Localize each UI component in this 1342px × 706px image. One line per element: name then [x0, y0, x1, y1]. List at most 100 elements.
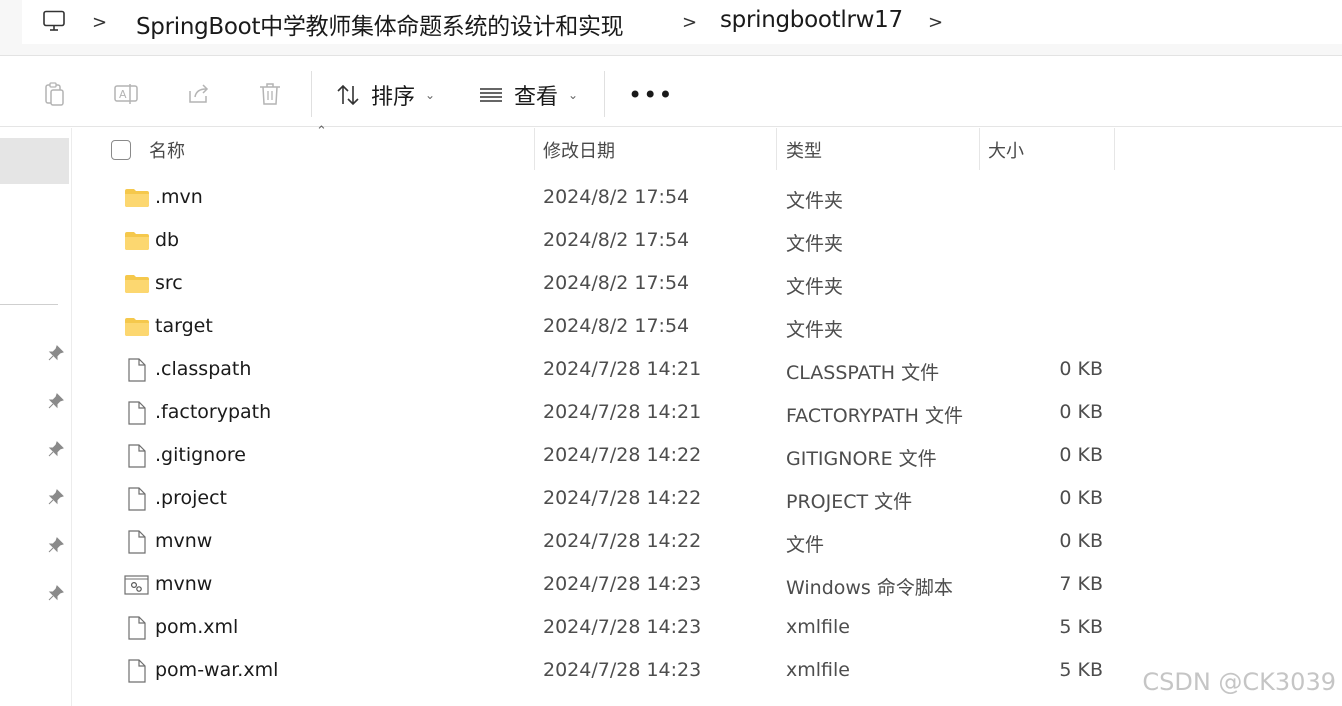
file-date: 2024/7/28 14:22 [543, 444, 702, 466]
column-resize-handle[interactable] [534, 128, 535, 170]
view-icon [480, 88, 502, 102]
chevron-right-icon[interactable]: > [92, 12, 107, 33]
file-row[interactable]: target 2024/8/2 17:54 文件夹 [72, 306, 1342, 349]
sort-icon [337, 84, 359, 106]
file-row[interactable]: .gitignore 2024/7/28 14:22 GITIGNORE 文件 0 K… [72, 435, 1342, 478]
file-row[interactable]: .mvn 2024/8/2 17:54 文件夹 [72, 177, 1342, 220]
breadcrumb-item-folder[interactable]: springbootlrw17 [720, 7, 903, 33]
svg-text:A: A [119, 88, 127, 101]
chevron-right-icon[interactable]: > [682, 12, 697, 33]
file-name[interactable]: mvnw [155, 530, 212, 552]
column-resize-handle[interactable] [1114, 128, 1115, 170]
file-name[interactable]: .factorypath [155, 401, 271, 423]
file-row[interactable]: pom.xml 2024/7/28 14:23 xmlfile 5 KB [72, 607, 1342, 650]
file-name[interactable]: .mvn [155, 186, 203, 208]
chevron-right-icon[interactable]: > [928, 12, 943, 33]
file-row[interactable]: src 2024/8/2 17:54 文件夹 [72, 263, 1342, 306]
column-header: ⌃ 名称 修改日期 类型 大小 [72, 124, 1342, 170]
command-bar: A 排序 ⌄ 查看 ⌄ ••• [0, 57, 1342, 127]
more-options-button[interactable]: ••• [628, 81, 673, 109]
share-icon[interactable] [186, 81, 212, 107]
column-resize-handle[interactable] [979, 128, 980, 170]
file-row[interactable]: .classpath 2024/7/28 14:21 CLASSPATH 文件 0 K… [72, 349, 1342, 392]
file-size: 0 KB [1059, 487, 1103, 509]
view-label: 查看 [514, 85, 559, 110]
file-name[interactable]: target [155, 315, 213, 337]
file-size: 5 KB [1059, 616, 1103, 638]
toolbar-divider [604, 71, 605, 117]
file-date: 2024/7/28 14:23 [543, 616, 702, 638]
file-name[interactable]: src [155, 272, 183, 294]
file-row[interactable]: mvnw 2024/7/28 14:22 文件 0 KB [72, 521, 1342, 564]
toolbar-divider [311, 71, 312, 117]
file-date: 2024/7/28 14:22 [543, 487, 702, 509]
paste-icon[interactable] [42, 81, 68, 107]
file-date: 2024/8/2 17:54 [543, 272, 690, 294]
file-type: GITIGNORE 文件 [786, 448, 937, 470]
file-type: 文件夹 [786, 233, 844, 255]
pin-icon[interactable] [48, 537, 64, 553]
nav-item-selected[interactable] [0, 138, 69, 184]
file-type: 文件夹 [786, 319, 844, 341]
file-size: 0 KB [1059, 358, 1103, 380]
column-header-size[interactable]: 大小 [988, 137, 1024, 163]
file-list: .mvn 2024/8/2 17:54 文件夹 db 2024/8/2 17:54 文件夹… [72, 177, 1342, 693]
sort-button[interactable]: 排序 ⌄ [335, 79, 435, 111]
select-all-checkbox[interactable] [111, 140, 131, 160]
file-row[interactable]: .factorypath 2024/7/28 14:21 FACTORYPATH 文… [72, 392, 1342, 435]
nav-divider [0, 304, 58, 305]
file-name[interactable]: pom.xml [155, 616, 238, 638]
file-row[interactable]: mvnw 2024/7/28 14:23 Windows 命令脚本 7 KB [72, 564, 1342, 607]
file-date: 2024/7/28 14:21 [543, 358, 702, 380]
file-date: 2024/7/28 14:22 [543, 530, 702, 552]
file-row[interactable]: .project 2024/7/28 14:22 PROJECT 文件 0 KB [72, 478, 1342, 521]
file-size: 5 KB [1059, 659, 1103, 681]
file-icon [124, 444, 150, 468]
sort-ascending-icon: ⌃ [316, 124, 327, 139]
file-icon [124, 358, 150, 382]
file-type: 文件夹 [786, 190, 844, 212]
column-header-date[interactable]: 修改日期 [543, 137, 615, 163]
file-date: 2024/8/2 17:54 [543, 315, 690, 337]
folder-icon [124, 186, 150, 210]
file-name[interactable]: .classpath [155, 358, 251, 380]
pin-icon[interactable] [48, 585, 64, 601]
file-date: 2024/7/28 14:23 [543, 573, 702, 595]
file-icon [124, 401, 150, 425]
file-type: 文件夹 [786, 276, 844, 298]
file-name[interactable]: .project [155, 487, 227, 509]
file-name[interactable]: db [155, 229, 179, 251]
file-date: 2024/7/28 14:23 [543, 659, 702, 681]
address-bar: > SpringBoot中学教师集体命题系统的设计和实现 > springboo… [0, 0, 1342, 56]
pin-icon[interactable] [48, 441, 64, 457]
file-icon [124, 659, 150, 683]
file-name[interactable]: pom-war.xml [155, 659, 278, 681]
chevron-down-icon: ⌄ [425, 88, 436, 102]
watermark: CSDN @CK3039 [1142, 668, 1336, 696]
this-pc-icon[interactable] [42, 10, 66, 32]
pin-icon[interactable] [48, 345, 64, 361]
file-name[interactable]: .gitignore [155, 444, 246, 466]
file-row[interactable]: db 2024/8/2 17:54 文件夹 [72, 220, 1342, 263]
file-type: CLASSPATH 文件 [786, 362, 940, 384]
column-header-type[interactable]: 类型 [786, 137, 822, 163]
column-header-name[interactable]: 名称 [149, 137, 185, 163]
script-icon [124, 573, 150, 597]
file-icon [124, 530, 150, 554]
pin-icon[interactable] [48, 489, 64, 505]
folder-icon [124, 315, 150, 339]
file-size: 7 KB [1059, 573, 1103, 595]
breadcrumb[interactable]: > SpringBoot中学教师集体命题系统的设计和实现 > springboo… [22, 0, 1342, 44]
rename-icon[interactable]: A [113, 81, 139, 107]
view-button[interactable]: 查看 ⌄ [478, 79, 578, 111]
sort-label: 排序 [371, 85, 416, 110]
file-type: xmlfile [786, 616, 850, 638]
file-type: 文件 [786, 534, 825, 556]
column-resize-handle[interactable] [776, 128, 777, 170]
file-date: 2024/8/2 17:54 [543, 229, 690, 251]
file-name[interactable]: mvnw [155, 573, 212, 595]
breadcrumb-item-project[interactable]: SpringBoot中学教师集体命题系统的设计和实现 [136, 7, 624, 41]
delete-icon[interactable] [257, 81, 283, 107]
navigation-pane [0, 128, 72, 706]
pin-icon[interactable] [48, 393, 64, 409]
